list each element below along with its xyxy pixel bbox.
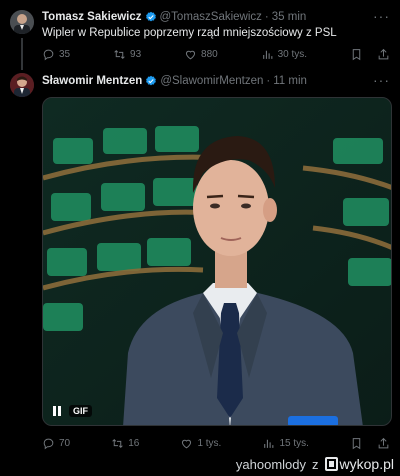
tweet-sakiewicz[interactable]: Tomasz Sakiewicz @TomaszSakiewicz · 35 m… (0, 0, 400, 70)
bookmark-icon[interactable] (350, 437, 363, 450)
retweet-button[interactable]: 93 (113, 48, 141, 61)
verified-icon (146, 75, 157, 86)
more-icon[interactable]: ··· (373, 8, 390, 24)
thread-line (21, 38, 23, 70)
tweet-actions-right (350, 437, 390, 450)
author-handle[interactable]: @TomaszSakiewicz (160, 11, 262, 23)
watermark-separator: z (312, 456, 319, 472)
avatar[interactable] (10, 73, 34, 97)
like-icon (182, 439, 192, 448)
author-name[interactable]: Sławomir Mentzen (42, 75, 142, 87)
reply-icon (43, 438, 54, 449)
like-count: 880 (201, 48, 218, 60)
separator-dot: · (264, 11, 269, 23)
watermark-site: wykop.pl (324, 456, 394, 472)
author-name[interactable]: Tomasz Sakiewicz (42, 11, 142, 23)
tweet-header: Tomasz Sakiewicz @TomaszSakiewicz · 35 m… (42, 11, 306, 23)
watermark: yahoomlody z wykop.pl (0, 452, 400, 476)
tweet-actions: 70 16 1 tys. 15 tys. (42, 435, 390, 451)
views-count: 15 tys. (279, 437, 309, 449)
author-handle[interactable]: @SlawomirMentzen (160, 75, 263, 87)
tweet-actions: 35 93 880 30 tys. (42, 46, 390, 62)
like-count: 1 tys. (197, 437, 222, 449)
reply-button[interactable]: 70 (42, 437, 70, 450)
avatar[interactable] (10, 10, 34, 34)
like-icon (185, 50, 196, 59)
separator-dot: · (266, 75, 271, 87)
retweet-button[interactable]: 16 (111, 437, 139, 450)
bookmark-icon[interactable] (350, 48, 363, 61)
tweet-text: Wipler w Republice poprzemy rząd mniejsz… (42, 27, 337, 39)
tweet-time[interactable]: 35 min (272, 11, 307, 23)
more-icon[interactable]: ··· (373, 72, 390, 88)
views-button[interactable]: 30 tys. (261, 48, 307, 61)
retweet-icon (114, 49, 125, 59)
share-icon[interactable] (377, 437, 390, 450)
pause-icon[interactable] (53, 406, 63, 416)
gif-frame (43, 98, 391, 425)
tweet-media-gif[interactable]: GIF (42, 97, 392, 426)
tweet-header: Sławomir Mentzen @SlawomirMentzen · 11 m… (42, 75, 307, 87)
gif-badge: GIF (69, 405, 92, 417)
views-button[interactable]: 15 tys. (262, 437, 309, 450)
reply-icon (43, 49, 54, 60)
retweet-count: 93 (130, 48, 142, 60)
retweet-icon (112, 438, 123, 448)
like-button[interactable]: 880 (184, 48, 218, 61)
views-icon (262, 50, 272, 59)
views-count: 30 tys. (277, 48, 308, 60)
reply-count: 35 (59, 48, 71, 60)
watermark-site-name: wykop.pl (339, 456, 394, 472)
tweet-time[interactable]: 11 min (273, 75, 307, 87)
tweet-actions-right (350, 48, 390, 61)
retweet-count: 16 (128, 437, 140, 449)
reply-count: 70 (59, 437, 71, 449)
verified-icon (145, 11, 156, 22)
share-icon[interactable] (377, 48, 390, 61)
gif-controls: GIF (53, 405, 92, 417)
wykop-logo-icon (324, 457, 338, 471)
views-icon (264, 439, 274, 448)
reply-button[interactable]: 35 (42, 48, 70, 61)
like-button[interactable]: 1 tys. (180, 437, 221, 450)
watermark-username: yahoomlody (235, 456, 307, 472)
